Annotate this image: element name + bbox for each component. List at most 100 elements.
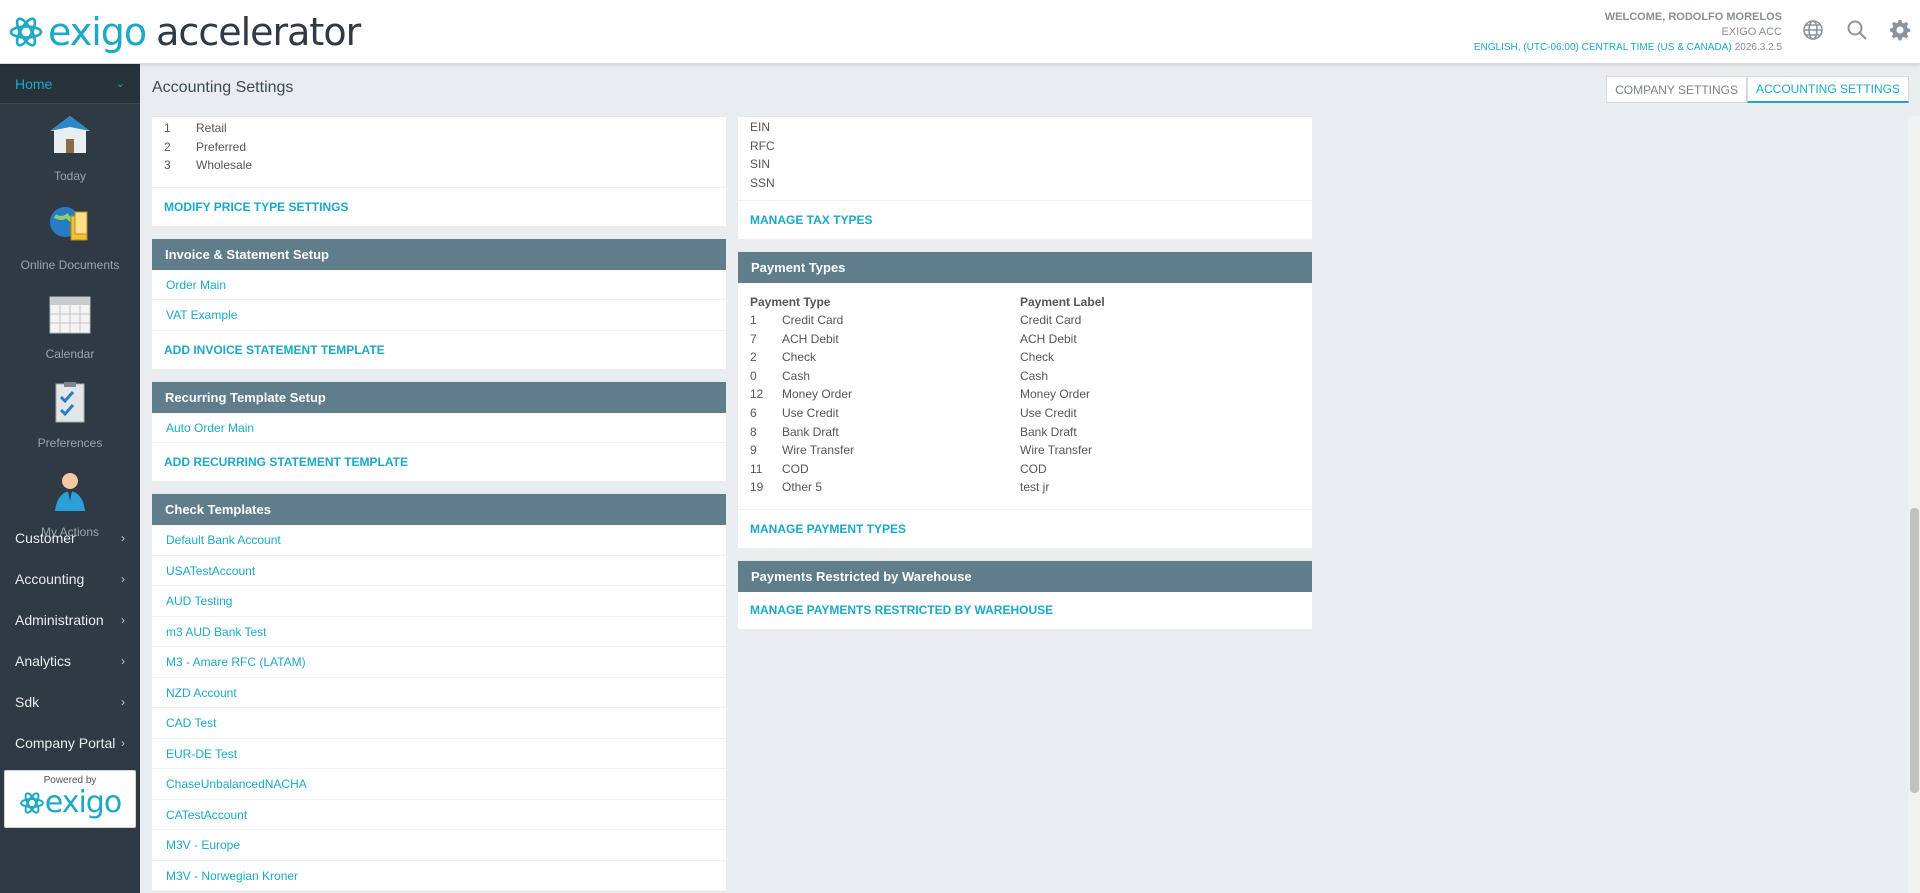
page-scrollbar-thumb[interactable] [1910,508,1919,793]
tab-company-settings[interactable]: COMPANY SETTINGS [1606,76,1747,103]
manage-tax-types-link[interactable]: MANAGE TAX TYPES [738,201,1312,239]
payment-type-id: 8 [750,424,757,439]
price-type-row: 2 Preferred [152,138,726,157]
powered-by-badge[interactable]: Powered by exigo [4,770,136,828]
check-template-link[interactable]: m3 AUD Bank Test [152,617,726,647]
tax-types-panel: EIN RFC SIN SSN MANAGE TAX TYPES [738,116,1312,239]
sidebar-item-analytics[interactable]: Analytics › [0,640,140,681]
tile-today[interactable]: Today [0,104,140,193]
table-row: 9 Wire Transfer Wire Transfer [738,441,1312,460]
payment-type-id: 12 [750,387,764,402]
sidebar-item-company-portal[interactable]: Company Portal › [0,722,140,763]
row-number: 3 [164,158,171,172]
payment-type-name: Credit Card [782,313,844,327]
sidebar-home[interactable]: Home ⌄ [0,64,140,104]
exigo-logo-icon [9,17,43,47]
payment-type-id: 11 [750,461,763,476]
tax-type-row: SIN [750,157,771,171]
table-row: 7 ACH Debit ACH Debit [738,330,1312,349]
app-logo[interactable]: exigo accelerator [8,10,361,54]
column-header-payment-type: Payment Type [750,295,831,309]
invoice-template-link[interactable]: Order Main [152,270,726,300]
sidebar-item-administration[interactable]: Administration › [0,599,140,640]
tile-calendar[interactable]: Calendar [0,282,140,371]
panel-header: Recurring Template Setup [152,381,726,413]
add-recurring-template-link[interactable]: ADD RECURRING STATEMENT TEMPLATE [152,443,726,481]
payment-label: COD [1020,461,1047,476]
logo-text-exigo: exigo [48,10,147,54]
check-templates-panel: Check Templates Default Bank Account USA… [152,493,726,891]
sidebar-item-label: Accounting [15,570,85,587]
checklist-icon [55,382,85,423]
payment-label: Cash [1020,368,1049,383]
invoice-template-link[interactable]: VAT Example [152,300,726,331]
price-type-row: 3 Wholesale [152,156,726,175]
manage-payments-restricted-link[interactable]: MANAGE PAYMENTS RESTRICTED BY WAREHOUSE [738,592,1312,629]
welcome-text: WELCOME, RODOLFO MORELOS [1604,11,1782,23]
sidebar-item-sdk[interactable]: Sdk › [0,681,140,722]
payment-label: Check [1020,350,1055,365]
search-icon[interactable] [1845,18,1869,42]
check-template-link[interactable]: EUR-DE Test [152,739,726,769]
row-number: 1 [164,121,171,135]
payment-type-id: 6 [750,405,757,420]
left-column: 1 Retail 2 Preferred 3 Wholesale MODIFY PRI… [152,116,726,891]
check-template-link[interactable]: USATestAccount [152,556,726,586]
sidebar-item-accounting[interactable]: Accounting › [0,558,140,599]
payment-type-id: 1 [750,313,757,327]
check-template-link[interactable]: Default Bank Account [152,525,726,556]
payment-label: Bank Draft [1020,424,1077,439]
tax-type-row: EIN [750,120,771,134]
table-row: 8 Bank Draft Bank Draft [738,423,1312,442]
manage-payment-types-link[interactable]: MANAGE PAYMENT TYPES [738,510,1312,548]
price-types-panel: 1 Retail 2 Preferred 3 Wholesale MODIFY PRI… [152,116,726,226]
check-template-link[interactable]: NZD Account [152,678,726,708]
check-template-link[interactable]: M3 - Amare RFC (LATAM) [152,647,726,678]
chevron-right-icon: › [121,735,125,750]
check-template-link[interactable]: ChaseUnbalancedNACHA [152,769,726,800]
sidebar: Home ⌄ Today Online Documents Calendar P… [0,64,140,893]
sidebar-item-customer[interactable]: Customer › [0,517,140,558]
recurring-template-link[interactable]: Auto Order Main [152,413,726,443]
check-template-link[interactable]: M3V - Europe [152,830,726,861]
chevron-right-icon: › [121,653,125,668]
tile-preferences[interactable]: Preferences [0,371,140,460]
price-type-row: 1 Retail [152,119,726,138]
settings-gear-icon[interactable] [1888,18,1912,42]
table-row: 11 COD COD [738,460,1312,479]
payment-label: Money Order [1020,387,1091,402]
payment-type-id: 2 [750,350,757,365]
tax-type-row: SSN [750,175,775,190]
check-template-link[interactable]: AUD Testing [152,586,726,617]
payment-type-name: Wire Transfer [782,443,855,458]
panel-header: Payments Restricted by Warehouse [738,560,1312,592]
payment-type-name: Check [782,350,817,365]
logo-text-accelerator: accelerator [156,10,361,54]
sidebar-home-label: Home [15,75,53,92]
payment-label: test jr [1020,480,1050,495]
column-header-payment-label: Payment Label [1020,295,1105,309]
table-row: 1 Credit Card Credit Card [738,311,1312,330]
payment-type-id: 7 [750,331,757,346]
modify-price-type-settings-link[interactable]: MODIFY PRICE TYPE SETTINGS [152,188,726,226]
globe-icon[interactable] [1801,18,1825,42]
check-template-link[interactable]: CATestAccount [152,800,726,830]
check-template-link[interactable]: CAD Test [152,708,726,739]
check-template-link[interactable]: M3V - Norwegian Kroner [152,861,726,891]
locale-link[interactable]: ENGLISH, (UTC-06:00) CENTRAL TIME (US & … [1474,42,1732,53]
tab-accounting-settings[interactable]: ACCOUNTING SETTINGS [1746,76,1909,103]
powered-logo: exigo [5,786,135,820]
payment-label: Use Credit [1020,405,1077,420]
payment-type-name: Money Order [782,387,853,402]
price-type-name: Retail [196,121,227,135]
sidebar-item-label: Company Portal [15,734,116,751]
row-number: 2 [164,139,171,154]
tile-label: Online Documents [20,258,120,272]
payment-type-id: 0 [750,368,757,383]
add-invoice-template-link[interactable]: ADD INVOICE STATEMENT TEMPLATE [152,331,726,369]
sidebar-item-label: Sdk [15,693,40,710]
calendar-icon [49,296,91,334]
payment-type-name: Cash [782,368,811,383]
tile-label: Today [53,169,87,183]
tile-online-documents[interactable]: Online Documents [0,193,140,282]
